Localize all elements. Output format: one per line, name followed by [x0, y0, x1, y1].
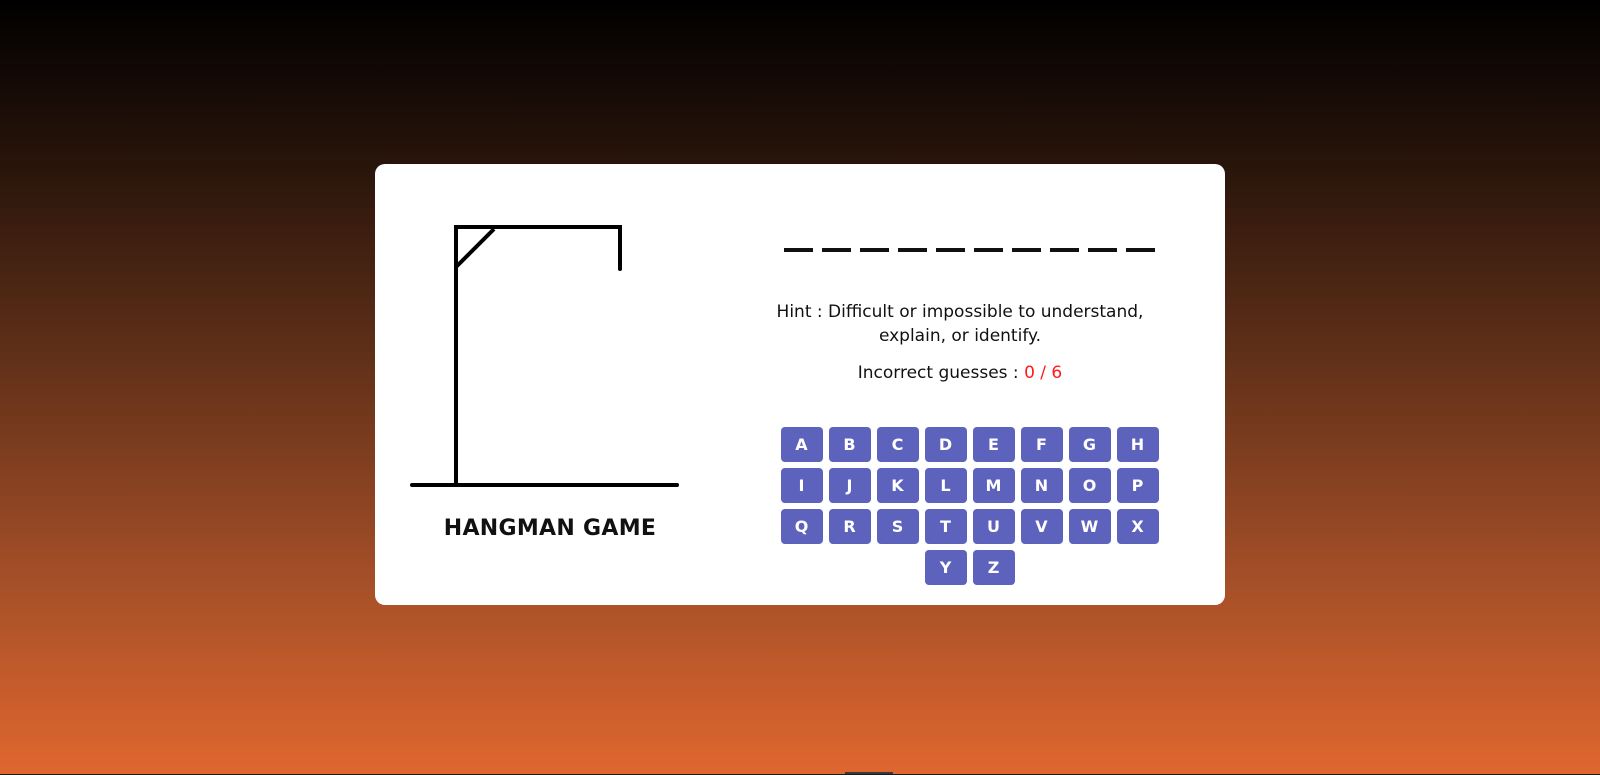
key-g-button[interactable]: G	[1068, 427, 1111, 462]
key-k-button[interactable]: K	[876, 468, 919, 503]
key-w-button[interactable]: W	[1068, 509, 1111, 544]
incorrect-guesses-count: 0 / 6	[1024, 363, 1063, 383]
letter-slot	[936, 248, 965, 252]
letter-slot	[974, 248, 1003, 252]
key-a-button[interactable]: A	[780, 427, 823, 462]
key-d-button[interactable]: D	[924, 427, 967, 462]
key-j-button[interactable]: J	[828, 468, 871, 503]
key-l-button[interactable]: L	[924, 468, 967, 503]
key-y-button[interactable]: Y	[924, 550, 967, 585]
key-t-button[interactable]: T	[924, 509, 967, 544]
word-display	[784, 248, 1155, 252]
letter-slot	[1050, 248, 1079, 252]
game-card: HANGMAN GAME Hint : Difficult or impossi…	[375, 164, 1225, 605]
key-e-button[interactable]: E	[972, 427, 1015, 462]
key-c-button[interactable]: C	[876, 427, 919, 462]
key-n-button[interactable]: N	[1020, 468, 1063, 503]
letter-slot	[1126, 248, 1155, 252]
key-s-button[interactable]: S	[876, 509, 919, 544]
letter-slot	[1012, 248, 1041, 252]
key-f-button[interactable]: F	[1020, 427, 1063, 462]
letter-keyboard: ABCDEFGH IJKLMNOP QRSTUVWX YZ	[758, 427, 1181, 585]
key-h-button[interactable]: H	[1116, 427, 1159, 462]
letter-slot	[822, 248, 851, 252]
letter-slot	[1088, 248, 1117, 252]
hangman-gallows-drawing	[410, 225, 679, 487]
key-o-button[interactable]: O	[1068, 468, 1111, 503]
key-z-button[interactable]: Z	[972, 550, 1015, 585]
key-r-button[interactable]: R	[828, 509, 871, 544]
key-v-button[interactable]: V	[1020, 509, 1063, 544]
key-i-button[interactable]: I	[780, 468, 823, 503]
hint-text: Hint : Difficult or impossible to unders…	[776, 302, 1144, 346]
gallows-brace	[454, 227, 496, 269]
incorrect-guesses-label: Incorrect guesses :	[857, 363, 1025, 383]
letter-slot	[784, 248, 813, 252]
key-u-button[interactable]: U	[972, 509, 1015, 544]
letter-slot	[898, 248, 927, 252]
key-p-button[interactable]: P	[1116, 468, 1159, 503]
key-m-button[interactable]: M	[972, 468, 1015, 503]
key-x-button[interactable]: X	[1116, 509, 1159, 544]
letter-slot	[860, 248, 889, 252]
incorrect-guesses: Incorrect guesses : 0 / 6	[760, 363, 1160, 383]
game-title: HANGMAN GAME	[443, 516, 657, 541]
key-b-button[interactable]: B	[828, 427, 871, 462]
key-q-button[interactable]: Q	[780, 509, 823, 544]
